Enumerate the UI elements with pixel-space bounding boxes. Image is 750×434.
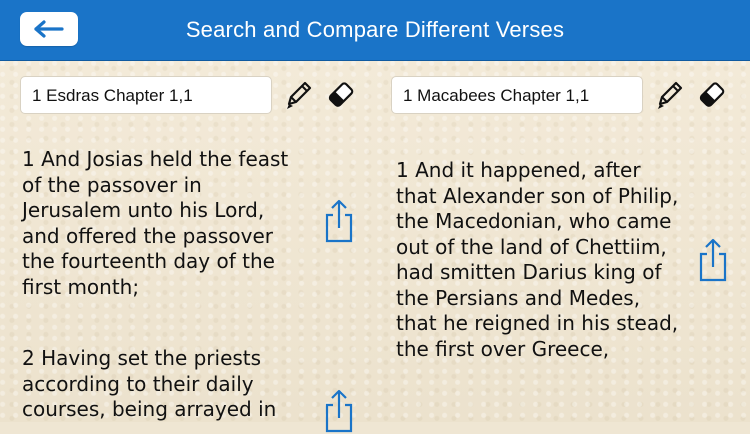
right-clear-button[interactable] [695, 78, 727, 112]
pencil-icon [658, 81, 683, 109]
right-reference-field[interactable]: 1 Macabees Chapter 1,1 [391, 76, 643, 114]
right-edit-button[interactable] [653, 78, 685, 112]
pencil-icon [287, 81, 312, 109]
back-arrow-icon [34, 20, 64, 38]
left-verse-1: 1 And Josias held the feast of the passo… [22, 147, 289, 299]
eraser-icon [699, 82, 725, 107]
left-verse-2: 2 Having set the priests according to th… [22, 346, 277, 421]
page-title: Search and Compare Different Verses [185, 17, 565, 42]
app-header: Search and Compare Different Verses [0, 0, 750, 61]
eraser-icon [328, 82, 354, 107]
right-verse-1: 1 And it happened, after that Alexander … [396, 158, 679, 361]
left-edit-button[interactable] [282, 78, 314, 112]
left-clear-button[interactable] [324, 78, 356, 112]
share-icon [325, 199, 353, 243]
right-verse-1-share-button[interactable] [696, 237, 730, 283]
left-reference-field[interactable]: 1 Esdras Chapter 1,1 [20, 76, 272, 114]
share-icon [699, 238, 727, 282]
share-icon [325, 389, 353, 433]
back-button[interactable] [20, 12, 78, 46]
left-verse-1-share-button[interactable] [322, 198, 356, 244]
left-verse-2-share-button[interactable] [322, 388, 356, 434]
